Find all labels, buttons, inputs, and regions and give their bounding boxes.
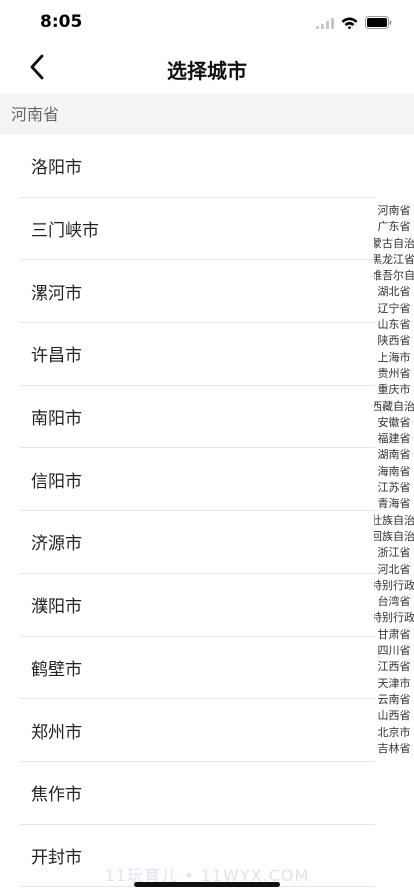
city-item[interactable]: 焦作市 bbox=[20, 762, 375, 825]
index-item[interactable]: 吉林省 bbox=[374, 741, 414, 757]
index-item[interactable]: 黑龙江省 bbox=[374, 252, 414, 268]
index-item[interactable]: 江苏省 bbox=[374, 480, 414, 496]
page-title: 选择城市 bbox=[167, 59, 247, 83]
status-icons bbox=[316, 14, 392, 33]
index-item[interactable]: 福建省 bbox=[374, 431, 414, 447]
province-index-bar[interactable]: 河南省 广东省 蒙古自治 黑龙江省 维吾尔自 湖北省 辽宁省 山东省 陕西省 上海市 贵州省 重庆市西… bbox=[374, 203, 414, 757]
index-item[interactable]: 湖北省 bbox=[374, 284, 414, 300]
index-item[interactable]: 山西省 bbox=[374, 708, 414, 724]
index-item[interactable]: 北京市 bbox=[374, 725, 414, 741]
status-time: 8:05 bbox=[40, 12, 83, 32]
index-item[interactable]: 安徽省 bbox=[374, 415, 414, 431]
index-item[interactable]: 西藏自治区 bbox=[374, 399, 414, 415]
city-item[interactable]: 洛阳市 bbox=[20, 135, 375, 198]
status-bar: 8:05 bbox=[0, 0, 414, 44]
index-item[interactable]: 云南省 bbox=[374, 692, 414, 708]
index-item[interactable]: 上海市 bbox=[374, 350, 414, 366]
city-item[interactable]: 濮阳市 bbox=[20, 574, 375, 637]
index-item[interactable]: 青海省 bbox=[374, 496, 414, 512]
index-item[interactable]: 浙江省 bbox=[374, 545, 414, 561]
battery-icon bbox=[365, 14, 392, 33]
index-item[interactable]: 四川省 bbox=[374, 643, 414, 659]
city-item[interactable]: 济源市 bbox=[20, 511, 375, 574]
index-item[interactable]: 特别行政 bbox=[374, 610, 414, 626]
index-item[interactable]: 山东省 bbox=[374, 317, 414, 333]
city-item[interactable]: 南阳市 bbox=[20, 386, 375, 449]
index-item[interactable]: 海南省 bbox=[374, 464, 414, 480]
index-item[interactable]: 特别行政 bbox=[374, 578, 414, 594]
city-list: 洛阳市 三门峡市 漯河市 许昌市 南阳市 信阳市 济源市 濮阳市 鹤壁市 郑州市 焦作市 开封市 bbox=[20, 135, 375, 888]
index-item[interactable]: 贵州省 bbox=[374, 366, 414, 382]
index-item[interactable]: 河北省 bbox=[374, 562, 414, 578]
index-item[interactable]: 重庆市 bbox=[374, 382, 414, 398]
city-item[interactable]: 郑州市 bbox=[20, 699, 375, 762]
city-item[interactable]: 鹤壁市 bbox=[20, 637, 375, 700]
index-item[interactable]: 维吾尔自 bbox=[374, 268, 414, 284]
index-item[interactable]: 甘肃省 bbox=[374, 627, 414, 643]
city-item[interactable]: 三门峡市 bbox=[20, 198, 375, 261]
section-header: 河南省 bbox=[0, 94, 414, 135]
signal-icon bbox=[316, 14, 334, 33]
index-item[interactable]: 天津市 bbox=[374, 676, 414, 692]
nav-bar: 选择城市 bbox=[0, 44, 414, 94]
city-item[interactable]: 漯河市 bbox=[20, 260, 375, 324]
index-item[interactable]: 台湾省 bbox=[374, 594, 414, 610]
city-item[interactable]: 许昌市 bbox=[20, 323, 375, 386]
city-item[interactable]: 信阳市 bbox=[20, 448, 375, 512]
index-item[interactable]: 陕西省 bbox=[374, 333, 414, 349]
index-item[interactable]: 河南省 bbox=[374, 203, 414, 219]
index-item[interactable]: 蒙古自治 bbox=[374, 236, 414, 252]
index-item[interactable]: 广东省 bbox=[374, 219, 414, 235]
index-item[interactable]: 江西省 bbox=[374, 659, 414, 675]
index-item[interactable]: 壮族自治 bbox=[374, 513, 414, 529]
index-item[interactable]: 辽宁省 bbox=[374, 301, 414, 317]
index-item[interactable]: 回族自治 bbox=[374, 529, 414, 545]
home-indicator bbox=[134, 882, 280, 887]
wifi-icon bbox=[341, 14, 358, 33]
index-item[interactable]: 湖南省 bbox=[374, 447, 414, 463]
